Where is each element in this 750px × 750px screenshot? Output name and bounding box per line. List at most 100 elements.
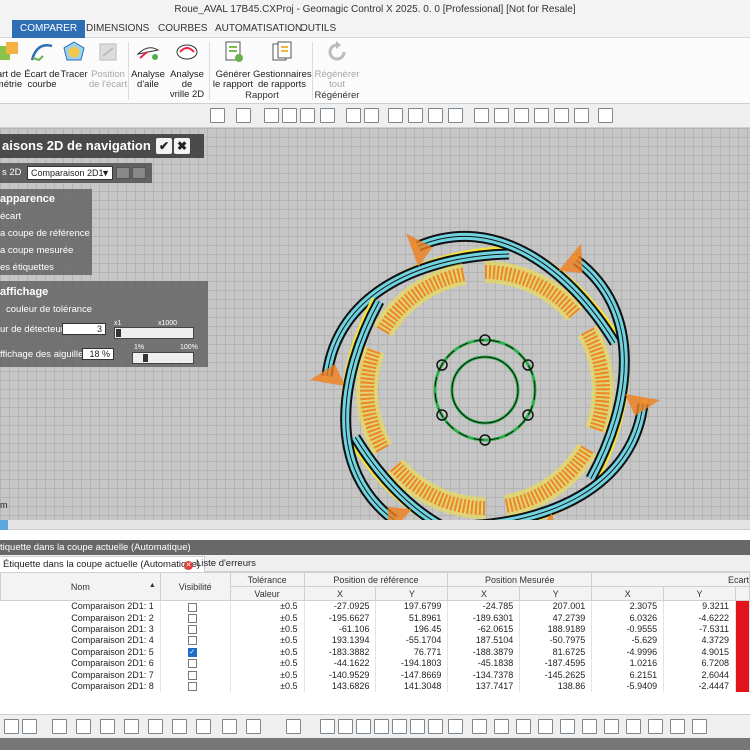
color-map-icon[interactable] — [582, 719, 597, 734]
col-header-dev-x[interactable]: X — [591, 586, 665, 601]
filter-icon[interactable] — [474, 108, 489, 123]
table-row[interactable]: Comparaison 2D1: 3 ±0.5 -61.106 196.45 -62.0… — [0, 623, 750, 635]
visibility-checkbox[interactable] — [187, 625, 197, 635]
view-iso-icon[interactable] — [236, 108, 251, 123]
needles-input[interactable]: 18 % — [82, 348, 114, 360]
table-row[interactable]: Comparaison 2D1: 8 ±0.5 143.6826 141.3048 13… — [0, 680, 750, 692]
curve-deviation-button[interactable]: Écart de courbe — [24, 40, 60, 90]
next-arrow-icon[interactable] — [132, 167, 146, 179]
shrink-selection-icon[interactable] — [554, 108, 569, 123]
camera-icon[interactable] — [648, 719, 663, 734]
panel-splitter[interactable] — [0, 520, 750, 530]
select-box-icon[interactable] — [338, 719, 353, 734]
select-grid-icon[interactable] — [320, 719, 335, 734]
wing-analysis-button[interactable]: Analyse d'aile — [130, 40, 166, 90]
select-grid-icon[interactable] — [346, 108, 361, 123]
option-labels[interactable]: es étiquettes — [0, 262, 54, 273]
visibility-checkbox[interactable]: ✓ — [187, 647, 197, 657]
col-header-mes-y[interactable]: Y — [519, 586, 593, 601]
needles-slider[interactable] — [132, 352, 194, 364]
display-mode-icon[interactable] — [472, 719, 487, 734]
select-line-icon[interactable] — [356, 719, 371, 734]
mesh-icon[interactable] — [560, 719, 575, 734]
geometry-deviation-button[interactable]: art de métrie — [0, 40, 24, 90]
view-cube-icon[interactable] — [210, 108, 225, 123]
option-tolerance-color[interactable]: couleur de tolérance — [6, 304, 92, 315]
previous-arrow-icon[interactable] — [116, 167, 130, 179]
view-front-icon[interactable] — [76, 719, 91, 734]
select-lasso-icon[interactable] — [408, 108, 423, 123]
select-circle-icon[interactable] — [448, 108, 463, 123]
col-header-reference-position[interactable]: Position de référence — [303, 572, 449, 587]
select-box-icon[interactable] — [364, 108, 379, 123]
light-icon[interactable] — [670, 719, 685, 734]
select-line-icon[interactable] — [388, 108, 403, 123]
wireframe-icon[interactable] — [516, 719, 531, 734]
table-row[interactable]: Comparaison 2D1: 7 ±0.5 -140.9529 -147.8669… — [0, 668, 750, 681]
view-iso-icon[interactable] — [172, 719, 187, 734]
view-side-icon[interactable] — [300, 108, 315, 123]
detector-input[interactable]: 3 — [62, 323, 106, 335]
col-header-dev-y[interactable]: Y — [663, 586, 736, 601]
col-header-tolerance[interactable]: Tolérance — [229, 572, 305, 587]
points-icon[interactable] — [538, 719, 553, 734]
extend-icon[interactable] — [574, 108, 589, 123]
tree-icon[interactable] — [4, 719, 19, 734]
tab-comparer[interactable]: COMPARER — [12, 20, 86, 38]
col-header-mes-x[interactable]: X — [447, 586, 521, 601]
visibility-checkbox[interactable] — [187, 613, 197, 623]
col-header-deviation[interactable]: Ecart — [591, 572, 750, 587]
visibility-checkbox[interactable] — [187, 681, 197, 691]
select-lasso-icon[interactable] — [374, 719, 389, 734]
slider-thumb[interactable] — [116, 329, 121, 337]
option-measured-section[interactable]: a coupe mesurée — [0, 245, 73, 256]
table-row[interactable]: Comparaison 2D1: 1 ±0.5 -27.0925 197.6799 -2… — [0, 600, 750, 612]
trace-button[interactable]: Tracer — [60, 40, 88, 80]
view-top-icon[interactable] — [124, 719, 139, 734]
view-cube-icon[interactable] — [52, 719, 67, 734]
select-circle-icon[interactable] — [410, 719, 425, 734]
report-manager-button[interactable]: Gestionnaires de rapports — [253, 40, 312, 90]
tab-dimensions[interactable]: DIMENSIONS — [78, 20, 157, 38]
select-all-icon[interactable] — [448, 719, 463, 734]
view-back-icon[interactable] — [148, 719, 163, 734]
table-row[interactable]: Comparaison 2D1: 4 ±0.5 193.1394 -55.1704 18… — [0, 634, 750, 647]
table-row[interactable]: Comparaison 2D1: 5 ✓ ±0.5 -183.3882 76.771 -1… — [0, 646, 750, 658]
splitter-handle[interactable] — [0, 520, 8, 530]
view-top-icon[interactable] — [282, 108, 297, 123]
tab-error-list[interactable]: ✕ Liste d'erreurs — [180, 556, 260, 572]
col-header-ref-y[interactable]: Y — [375, 586, 449, 601]
twist-analysis-button[interactable]: Analyse de vrille 2D — [165, 40, 209, 100]
close-button[interactable]: ✖ — [174, 138, 190, 154]
slider-thumb[interactable] — [143, 354, 148, 362]
col-header-name[interactable]: Nom ▲ — [0, 572, 161, 601]
col-header-ref-x[interactable]: X — [303, 586, 377, 601]
filter-icon[interactable] — [428, 719, 443, 734]
view-user-icon[interactable] — [320, 108, 335, 123]
axis-icon[interactable] — [222, 719, 237, 734]
select-brush-icon[interactable] — [428, 108, 443, 123]
add-icon[interactable] — [22, 719, 37, 734]
tab-labels-current-section[interactable]: Étiquette dans la coupe actuelle (Automa… — [0, 556, 205, 572]
regenerate-all-button[interactable]: Régénérer tout — [314, 40, 360, 90]
option-reference-section[interactable]: a coupe de référence — [0, 228, 90, 239]
visibility-icon[interactable] — [598, 108, 613, 123]
option-deviation[interactable]: écart — [0, 211, 21, 222]
eye-icon[interactable] — [626, 719, 641, 734]
invert-selection-icon[interactable] — [514, 108, 529, 123]
col-header-visibility[interactable]: Visibilité — [159, 572, 231, 601]
confirm-button[interactable]: ✔ — [156, 138, 172, 154]
grow-selection-icon[interactable] — [534, 108, 549, 123]
edges-icon[interactable] — [604, 719, 619, 734]
shading-icon[interactable] — [494, 719, 509, 734]
visibility-checkbox[interactable] — [187, 602, 197, 612]
view-front-icon[interactable] — [264, 108, 279, 123]
deviation-location-button[interactable]: Position de l'écart — [88, 40, 128, 90]
visibility-icon[interactable] — [692, 719, 707, 734]
view-side-icon[interactable] — [100, 719, 115, 734]
detector-slider[interactable] — [114, 327, 194, 339]
select-brush-icon[interactable] — [392, 719, 407, 734]
table-row[interactable]: Comparaison 2D1: 2 ±0.5 -195.6627 51.8961 -1… — [0, 611, 750, 624]
col-header-measured-position[interactable]: Position Mesurée — [447, 572, 593, 587]
view-bottom-icon[interactable] — [196, 719, 211, 734]
